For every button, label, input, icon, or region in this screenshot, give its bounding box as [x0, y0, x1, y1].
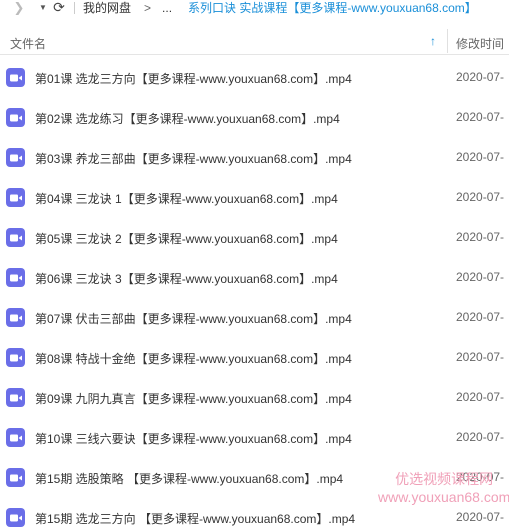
file-name: 第04课 三龙诀 1【更多课程-www.youxuan68.com】.mp4 [35, 192, 338, 206]
video-file-icon [6, 308, 25, 327]
column-divider[interactable] [447, 29, 448, 53]
file-name: 第01课 选龙三方向【更多课程-www.youxuan68.com】.mp4 [35, 72, 352, 86]
file-row[interactable]: 第07课 伏击三部曲【更多课程-www.youxuan68.com】.mp4 20… [0, 297, 509, 337]
column-header-name[interactable]: 文件名 [10, 35, 46, 52]
video-file-icon [6, 68, 25, 87]
divider [74, 1, 75, 14]
file-modified-time: 2020-07- [456, 470, 505, 484]
column-header: 文件名 ↑ 修改时间 [0, 27, 509, 55]
breadcrumb-root[interactable]: 我的网盘 [83, 0, 131, 15]
column-header-time[interactable]: 修改时间 [456, 35, 504, 52]
file-name: 第08课 特战十金绝【更多课程-www.youxuan68.com】.mp4 [35, 352, 352, 366]
file-name: 第15期 选股策略 【更多课程-www.youxuan68.com】.mp4 [35, 472, 344, 486]
file-name: 第07课 伏击三部曲【更多课程-www.youxuan68.com】.mp4 [35, 312, 352, 326]
file-name: 第10课 三线六要诀【更多课程-www.youxuan68.com】.mp4 [35, 432, 352, 446]
file-row[interactable]: 第15期 选股策略 【更多课程-www.youxuan68.com】.mp4 20… [0, 457, 509, 497]
file-modified-time: 2020-07- [456, 270, 505, 284]
video-file-icon [6, 348, 25, 367]
video-file-icon [6, 188, 25, 207]
video-file-icon [6, 468, 25, 487]
video-file-icon [6, 228, 25, 247]
file-row[interactable]: 第08课 特战十金绝【更多课程-www.youxuan68.com】.mp4 20… [0, 337, 509, 377]
arrow-up-icon[interactable]: ↑ [430, 34, 436, 48]
file-modified-time: 2020-07- [456, 350, 505, 364]
file-modified-time: 2020-07- [456, 390, 505, 404]
video-file-icon [6, 428, 25, 447]
file-name: 第09课 九阴九真言【更多课程-www.youxuan68.com】.mp4 [35, 392, 352, 406]
caret-down-icon[interactable]: ▼ [36, 0, 50, 15]
file-modified-time: 2020-07- [456, 510, 505, 524]
file-row[interactable]: 第06课 三龙诀 3【更多课程-www.youxuan68.com】.mp4 20… [0, 257, 509, 297]
file-row[interactable]: 第10课 三线六要诀【更多课程-www.youxuan68.com】.mp4 20… [0, 417, 509, 457]
file-row[interactable]: 第09课 九阴九真言【更多课程-www.youxuan68.com】.mp4 20… [0, 377, 509, 417]
file-modified-time: 2020-07- [456, 70, 505, 84]
breadcrumb-separator: > [144, 0, 152, 15]
video-file-icon [6, 108, 25, 127]
file-row[interactable]: 第01课 选龙三方向【更多课程-www.youxuan68.com】.mp4 20… [0, 57, 509, 97]
file-row[interactable]: 第15期 选龙三方向 【更多课程-www.youxuan68.com】.mp4 2… [0, 497, 509, 532]
video-file-icon [6, 148, 25, 167]
file-modified-time: 2020-07- [456, 110, 505, 124]
file-name: 第03课 养龙三部曲【更多课程-www.youxuan68.com】.mp4 [35, 152, 352, 166]
file-modified-time: 2020-07- [456, 310, 505, 324]
file-modified-time: 2020-07- [456, 150, 505, 164]
file-modified-time: 2020-07- [456, 230, 505, 244]
video-file-icon [6, 508, 25, 527]
file-name: 第02课 选龙练习【更多课程-www.youxuan68.com】.mp4 [35, 112, 340, 126]
breadcrumb-more[interactable]: ... [162, 1, 172, 15]
chevron-right-icon[interactable]: ❯ [10, 0, 28, 15]
file-list: 第01课 选龙三方向【更多课程-www.youxuan68.com】.mp4 20… [0, 57, 509, 532]
refresh-icon[interactable]: ⟳ [52, 0, 66, 15]
video-file-icon [6, 268, 25, 287]
file-row[interactable]: 第05课 三龙诀 2【更多课程-www.youxuan68.com】.mp4 20… [0, 217, 509, 257]
file-name: 第15期 选龙三方向 【更多课程-www.youxuan68.com】.mp4 [35, 512, 356, 526]
breadcrumb-current[interactable]: 系列口诀 实战课程【更多课程-www.youxuan68.com】 [188, 0, 477, 15]
file-name: 第06课 三龙诀 3【更多课程-www.youxuan68.com】.mp4 [35, 272, 338, 286]
address-bar: ❯ ▼ ⟳ 我的网盘 > ... 系列口诀 实战课程【更多课程-www.youx… [0, 0, 509, 15]
video-file-icon [6, 388, 25, 407]
file-modified-time: 2020-07- [456, 190, 505, 204]
file-row[interactable]: 第04课 三龙诀 1【更多课程-www.youxuan68.com】.mp4 20… [0, 177, 509, 217]
file-name: 第05课 三龙诀 2【更多课程-www.youxuan68.com】.mp4 [35, 232, 338, 246]
file-row[interactable]: 第03课 养龙三部曲【更多课程-www.youxuan68.com】.mp4 20… [0, 137, 509, 177]
file-row[interactable]: 第02课 选龙练习【更多课程-www.youxuan68.com】.mp4 202… [0, 97, 509, 137]
file-modified-time: 2020-07- [456, 430, 505, 444]
